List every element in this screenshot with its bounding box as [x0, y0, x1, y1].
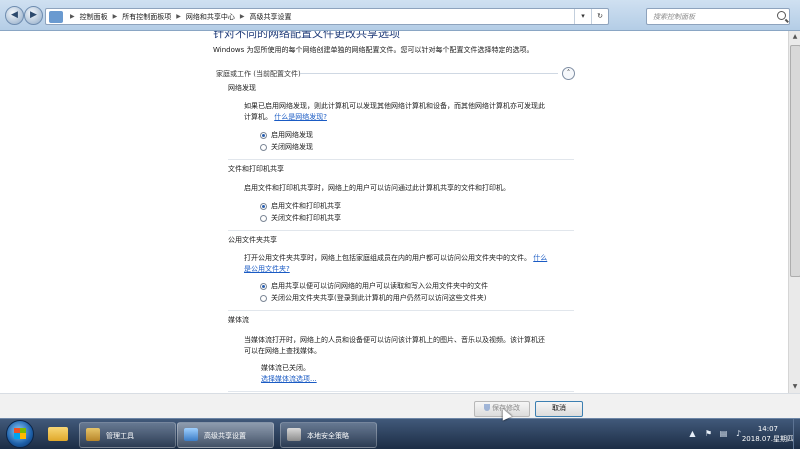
forward-button[interactable]: ▶ [24, 6, 43, 25]
search-input[interactable]: 搜索控制面板 [646, 8, 790, 25]
breadcrumb-item-network-center[interactable]: 网络和共享中心 [186, 12, 235, 22]
back-button[interactable]: ◀ [5, 6, 24, 25]
section-title-public-folder: 公用文件夹共享 [228, 236, 277, 244]
clock[interactable]: 14:07 2018.07.星期四 [742, 424, 794, 444]
dropdown-arrow-icon[interactable]: ▾ [574, 9, 591, 24]
show-desktop-button[interactable] [793, 419, 800, 449]
media-text: 当媒体流打开时，网络上的人员和设备便可以访问该计算机上的图片、音乐以及视频。该计… [244, 336, 545, 344]
scroll-up-icon[interactable]: ▲ [789, 31, 800, 43]
radio-enable-file-printer[interactable]: 启用文件和打印机共享 [260, 201, 341, 211]
page-description: Windows 为您所使用的每个网络创建单独的网络配置文件。您可以针对每个配置文… [213, 46, 534, 54]
section-divider [228, 159, 574, 160]
radio-disable-public-folder[interactable]: 关闭公用文件夹共享(登录到此计算机的用户仍然可以访问这些文件夹) [260, 293, 486, 303]
vertical-scrollbar[interactable]: ▲ ▼ [788, 31, 800, 393]
network-icon [184, 428, 198, 441]
network-status-icon[interactable]: ▤ [719, 429, 728, 438]
show-hidden-icons-icon[interactable]: ▲ [688, 429, 697, 438]
uac-shield-icon [484, 404, 490, 411]
chevron-right-icon[interactable]: ▶ [176, 13, 181, 20]
button-bar: 保存修改 取消 [0, 393, 800, 419]
task-label: 本地安全策略 [307, 432, 349, 440]
radio-unchecked-icon[interactable] [260, 214, 267, 222]
public-folder-text: 打开公用文件夹共享时，网络上包括家庭组成员在内的用户都可以访问公用文件夹中的文件… [244, 253, 547, 263]
windows-logo-icon [14, 428, 26, 439]
section-title-media: 媒体流 [228, 316, 249, 324]
media-text-line2: 可以在网络上查找媒体。 [244, 347, 321, 355]
folder-icon [48, 427, 68, 441]
radio-checked-icon[interactable] [260, 131, 267, 139]
discovery-text-line2: 计算机。 什么是网络发现? [244, 112, 327, 122]
search-placeholder: 搜索控制面板 [653, 13, 695, 21]
control-panel-icon [49, 10, 63, 23]
scroll-down-icon[interactable]: ▼ [789, 381, 800, 393]
radio-checked-icon[interactable] [260, 282, 267, 290]
public-folder-link-line2: 是公用文件夹? [244, 264, 290, 274]
discovery-text: 如果已启用网络发现，则此计算机可以发现其他网络计算机和设备，而其他网络计算机亦可… [244, 102, 545, 110]
radio-label: 关闭公用文件夹共享(登录到此计算机的用户仍然可以访问这些文件夹) [271, 294, 487, 302]
breadcrumb-item-all-items[interactable]: 所有控制面板项 [122, 12, 171, 22]
cancel-button[interactable]: 取消 [535, 401, 583, 417]
taskbar: 管理工具 高级共享设置 本地安全策略 ▲ ⚑ ▤ ♪ 14:07 2018.07… [0, 418, 800, 449]
radio-unchecked-icon[interactable] [260, 143, 267, 151]
address-toolbar: ◀ ▶ ▶ 控制面板 ▶ 所有控制面板项 ▶ 网络和共享中心 ▶ 高级共享设置 … [0, 0, 800, 31]
radio-disable-file-printer[interactable]: 关闭文件和打印机共享 [260, 213, 341, 223]
admin-tools-icon [86, 428, 100, 441]
clock-time: 14:07 [757, 425, 778, 433]
section-title-file-printer: 文件和打印机共享 [228, 165, 284, 173]
section-divider [228, 391, 574, 392]
section-divider [228, 230, 574, 231]
task-label: 管理工具 [106, 432, 134, 440]
profile-group-header: 家庭或工作 (当前配置文件) [216, 70, 301, 78]
advanced-sharing-content: 针对不同的网络配置文件更改共享选项 Windows 为您所使用的每个网络创建单独… [0, 31, 788, 393]
media-options-link[interactable]: 选择媒体流选项... [261, 374, 317, 384]
taskbar-item-advanced-sharing[interactable]: 高级共享设置 [177, 422, 274, 448]
breadcrumb-item-advanced-sharing[interactable]: 高级共享设置 [250, 12, 292, 22]
refresh-icon[interactable]: ↻ [591, 9, 608, 24]
radio-label: 关闭网络发现 [271, 143, 313, 151]
what-is-discovery-link[interactable]: 什么是网络发现? [274, 113, 327, 121]
public-folder-desc: 打开公用文件夹共享时，网络上包括家庭组成员在内的用户都可以访问公用文件夹中的文件… [244, 254, 531, 262]
group-divider [300, 73, 558, 74]
what-is-public-folder-link-tail[interactable]: 是公用文件夹? [244, 265, 290, 273]
scrollbar-thumb[interactable] [790, 45, 800, 277]
radio-label: 启用文件和打印机共享 [271, 202, 341, 210]
section-divider [228, 310, 574, 311]
radio-enable-discovery[interactable]: 启用网络发现 [260, 130, 313, 140]
radio-unchecked-icon[interactable] [260, 294, 267, 302]
section-title-discovery: 网络发现 [228, 84, 256, 92]
task-label: 高级共享设置 [204, 432, 246, 440]
media-status: 媒体流已关闭。 [261, 364, 310, 372]
what-is-public-folder-link[interactable]: 什么 [533, 254, 547, 262]
radio-checked-icon[interactable] [260, 202, 267, 210]
chevron-right-icon[interactable]: ▶ [113, 13, 118, 20]
taskbar-item-admin-tools[interactable]: 管理工具 [79, 422, 176, 448]
system-tray: ▲ ⚑ ▤ ♪ 14:07 2018.07.星期四 [680, 419, 800, 449]
radio-disable-discovery[interactable]: 关闭网络发现 [260, 142, 313, 152]
radio-label: 启用网络发现 [271, 131, 313, 139]
security-policy-icon [287, 428, 301, 441]
breadcrumb-item-control-panel[interactable]: 控制面板 [80, 12, 108, 22]
breadcrumb[interactable]: ▶ 控制面板 ▶ 所有控制面板项 ▶ 网络和共享中心 ▶ 高级共享设置 ▾ ↻ [45, 8, 609, 25]
taskbar-pin-explorer[interactable] [42, 422, 74, 446]
search-icon[interactable] [777, 11, 786, 20]
action-center-flag-icon[interactable]: ⚑ [704, 429, 713, 438]
discovery-text-tail: 计算机。 [244, 113, 272, 121]
chevron-right-icon[interactable]: ▶ [240, 13, 245, 20]
clock-date: 2018.07.星期四 [741, 435, 794, 443]
chevron-right-icon[interactable]: ▶ [70, 13, 75, 20]
taskbar-item-local-security[interactable]: 本地安全策略 [280, 422, 377, 448]
radio-label: 启用共享以便可以访问网络的用户可以读取和写入公用文件夹中的文件 [271, 282, 488, 290]
radio-enable-public-folder[interactable]: 启用共享以便可以访问网络的用户可以读取和写入公用文件夹中的文件 [260, 281, 488, 291]
start-button[interactable] [6, 420, 34, 448]
file-printer-text: 启用文件和打印机共享时，网络上的用户可以访问通过此计算机共享的文件和打印机。 [244, 184, 510, 192]
collapse-chevron-up-icon[interactable]: ˄ [562, 67, 575, 80]
radio-label: 关闭文件和打印机共享 [271, 214, 341, 222]
page-title: 针对不同的网络配置文件更改共享选项 [213, 31, 400, 40]
